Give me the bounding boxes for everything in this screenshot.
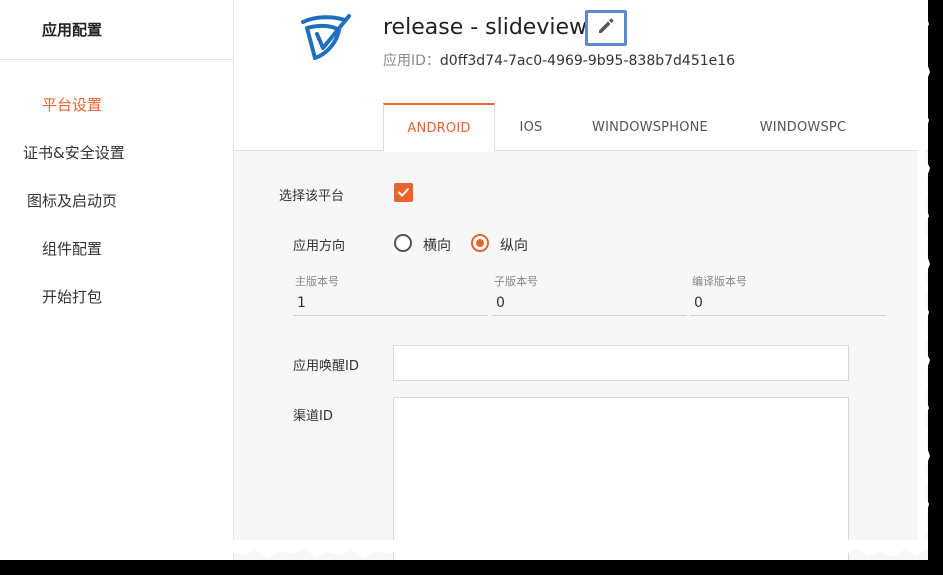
- tab-android[interactable]: ANDROID: [383, 103, 495, 152]
- checkmark-icon: [398, 188, 409, 197]
- tab-windowspc[interactable]: WINDOWSPC: [744, 103, 862, 151]
- major-version-caption: 主版本号: [295, 275, 339, 288]
- orientation-portrait-label: 纵向: [500, 238, 528, 254]
- orientation-landscape-radio[interactable]: [394, 234, 412, 252]
- pencil-icon: [597, 17, 615, 39]
- wakeup-id-input[interactable]: [393, 345, 849, 381]
- tab-windowsphone[interactable]: WINDOWSPHONE: [582, 103, 718, 151]
- app-id: 应用ID：d0ff3d74-7ac0-4969-9b95-838b7d451e1…: [383, 50, 735, 70]
- sidebar-item-component-config[interactable]: 组件配置: [42, 238, 102, 259]
- sidebar: 应用配置 平台设置 证书&安全设置 图标及启动页 组件配置 开始打包: [0, 0, 234, 560]
- sidebar-item-icon-splash[interactable]: 图标及启动页: [27, 190, 117, 211]
- wakeup-id-label: 应用唤醒ID: [293, 359, 359, 374]
- orientation-landscape-label: 横向: [423, 238, 451, 254]
- channel-id-textarea[interactable]: [393, 397, 849, 560]
- select-platform-checkbox[interactable]: [394, 183, 413, 202]
- app-header: release - slideview 应用ID：d0ff3d74-7ac0-4…: [234, 0, 928, 152]
- channel-id-label: 渠道ID: [293, 409, 333, 424]
- main-panel: release - slideview 应用ID：d0ff3d74-7ac0-4…: [234, 0, 928, 560]
- orientation-label: 应用方向: [293, 239, 346, 254]
- build-version-caption: 编译版本号: [692, 275, 747, 288]
- sidebar-item-platform-settings[interactable]: 平台设置: [42, 94, 102, 115]
- app-window: 应用配置 平台设置 证书&安全设置 图标及启动页 组件配置 开始打包 relea…: [0, 0, 928, 560]
- edit-title-button[interactable]: [585, 10, 627, 46]
- major-version-input[interactable]: 1: [293, 292, 488, 316]
- torn-edge-bottom: [0, 540, 928, 558]
- minor-version-input[interactable]: 0: [492, 292, 687, 316]
- build-version-input[interactable]: 0: [690, 292, 886, 316]
- select-platform-label: 选择该平台: [279, 189, 345, 204]
- orientation-portrait-radio[interactable]: [471, 234, 489, 252]
- app-id-label: 应用ID：: [383, 53, 440, 69]
- sidebar-title: 应用配置: [42, 21, 103, 39]
- sidebar-header: 应用配置: [0, 0, 233, 60]
- minor-version-caption: 子版本号: [494, 275, 538, 288]
- sidebar-item-certificate-security[interactable]: 证书&安全设置: [23, 142, 125, 163]
- app-title: release - slideview: [383, 15, 587, 40]
- torn-edge-right: [918, 0, 930, 540]
- app-logo-icon: [293, 8, 353, 68]
- sidebar-item-start-packaging[interactable]: 开始打包: [42, 286, 102, 307]
- app-id-value: d0ff3d74-7ac0-4969-9b95-838b7d451e16: [439, 53, 736, 69]
- tab-ios[interactable]: IOS: [497, 103, 565, 151]
